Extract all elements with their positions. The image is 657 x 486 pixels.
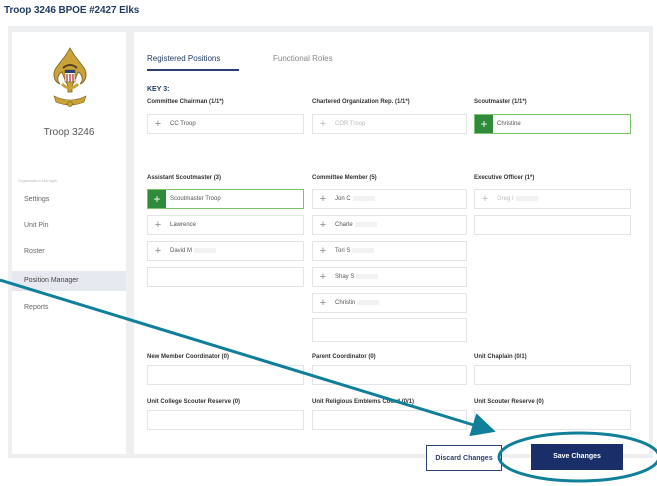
annotation-overlay <box>0 278 657 483</box>
annotation-highlight-ellipse <box>497 431 657 483</box>
annotation-arrow <box>0 278 496 437</box>
